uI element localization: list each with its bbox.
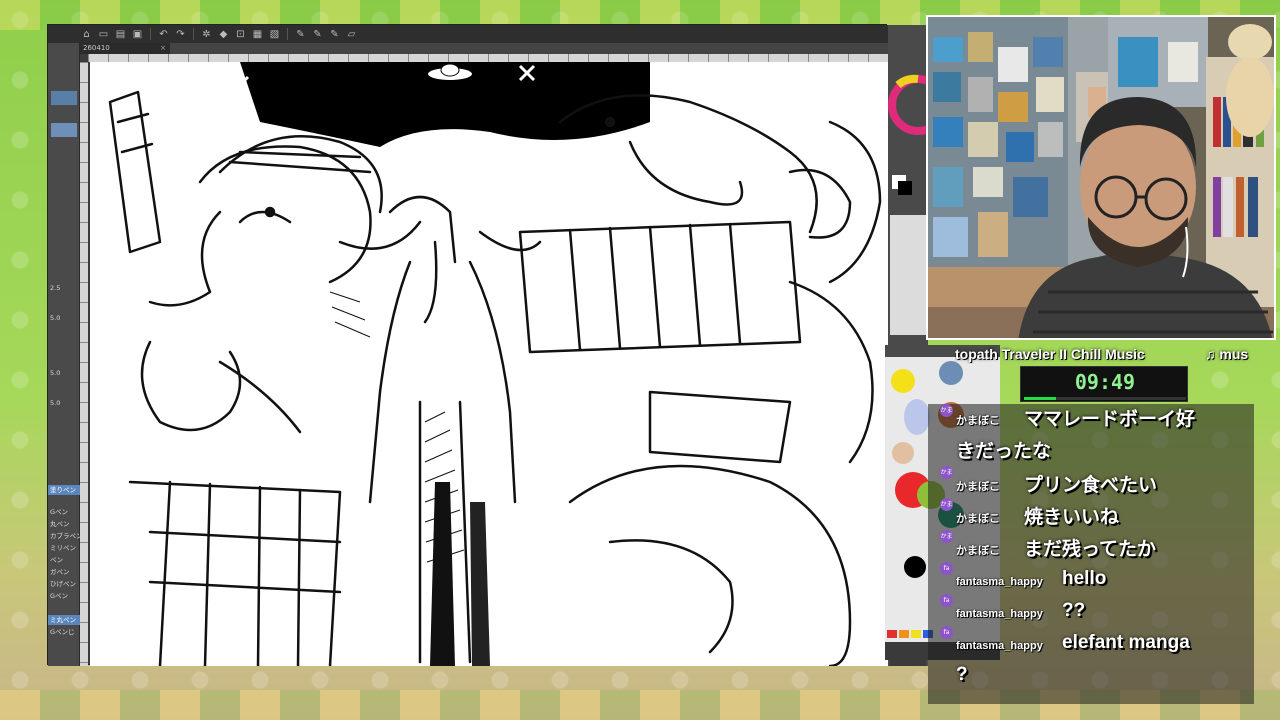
home-icon[interactable]: ⌂ bbox=[80, 28, 93, 41]
chat-panel: かま かまぼこ ママレードボーイ好 きだったな かま かまぼこ プリン食べたい … bbox=[928, 404, 1254, 704]
sketch-artwork bbox=[108, 62, 882, 666]
chat-text: ママレードボーイ好 bbox=[1024, 409, 1196, 430]
user-badge: かま bbox=[940, 530, 953, 543]
chat-text: まだ残ってたか bbox=[1024, 539, 1157, 560]
toolbar-divider bbox=[150, 28, 151, 40]
brush-item[interactable]: カブラペン bbox=[48, 531, 80, 541]
timer-progress-fill bbox=[1024, 397, 1057, 400]
document-tabbar: 260410 × bbox=[80, 43, 888, 54]
pen-icon[interactable]: ✎ bbox=[311, 28, 324, 41]
ruler-horizontal bbox=[88, 54, 888, 62]
open-icon[interactable]: ▤ bbox=[114, 28, 127, 41]
brush-item[interactable]: 塗りペン bbox=[48, 485, 80, 495]
brush-item[interactable]: ペン bbox=[48, 555, 80, 565]
chat-text: ? bbox=[956, 664, 968, 685]
user-badge: かま bbox=[940, 404, 953, 417]
document-tab-label: 260410 bbox=[83, 44, 110, 52]
chat-text: プリン食べたい bbox=[1024, 475, 1158, 496]
chat-username: fantasma_happy bbox=[956, 576, 1043, 588]
brush-size-value[interactable]: 5.0 bbox=[48, 368, 80, 378]
chat-username: fantasma_happy bbox=[956, 608, 1043, 620]
document-tab[interactable]: 260410 × bbox=[80, 43, 170, 54]
fill-icon[interactable]: ◆ bbox=[217, 28, 230, 41]
webcam-image bbox=[928, 17, 1274, 338]
new-file-icon[interactable]: ▭ bbox=[97, 28, 110, 41]
brush-size-value[interactable]: 5.0 bbox=[48, 398, 80, 408]
webcam-feed bbox=[926, 15, 1276, 340]
user-badge: かま bbox=[940, 498, 953, 511]
close-icon[interactable]: × bbox=[160, 43, 166, 54]
transform-icon[interactable]: ⊡ bbox=[234, 28, 247, 41]
pen-icon[interactable]: ✎ bbox=[294, 28, 307, 41]
user-badge: fa bbox=[940, 562, 953, 575]
drawing-app-window: ⌂ ▭ ▤ ▣ ↶ ↷ ✲ ◆ ⊡ ▦ ▧ ✎ ✎ ✎ ▱ 260410 × 2… bbox=[47, 24, 948, 667]
brush-item[interactable]: ガペン bbox=[48, 567, 80, 577]
chat-username: かまぼこ bbox=[956, 513, 1000, 525]
brush-item[interactable]: Gペンじ bbox=[48, 627, 80, 637]
save-icon[interactable]: ▣ bbox=[131, 28, 144, 41]
grid-icon[interactable]: ▦ bbox=[251, 28, 264, 41]
timer-display: 09:49 bbox=[1074, 370, 1136, 394]
brush-item[interactable]: ミ丸ペン bbox=[48, 615, 80, 625]
timer-widget: 09:49 bbox=[1020, 366, 1188, 402]
now-playing-title: topath Traveler II Chill Music bbox=[955, 346, 1145, 362]
undo-icon[interactable]: ↶ bbox=[157, 28, 170, 41]
chat-username: かまぼこ bbox=[956, 415, 1000, 427]
brush-item[interactable]: ミリペン bbox=[48, 543, 80, 553]
chat-username: かまぼこ bbox=[956, 481, 1000, 493]
now-playing-bar: topath Traveler II Chill Music ♫ mus bbox=[955, 344, 1255, 364]
tool-swatch[interactable] bbox=[51, 91, 77, 105]
eraser-icon[interactable]: ▱ bbox=[345, 28, 358, 41]
chat-text: ?? bbox=[1062, 600, 1086, 621]
brush-size-value[interactable]: 5.0 bbox=[48, 313, 80, 323]
brush-item[interactable]: Gペン bbox=[48, 507, 80, 517]
user-badge: fa bbox=[940, 594, 953, 607]
drawing-canvas[interactable] bbox=[90, 62, 888, 666]
brush-item[interactable]: ひげペン bbox=[48, 579, 80, 589]
user-badge: fa bbox=[940, 626, 953, 639]
toolbar-divider bbox=[287, 28, 288, 40]
brush-item[interactable]: Gペン bbox=[48, 591, 80, 601]
chat-text: elefant manga bbox=[1062, 632, 1190, 653]
ruler-vertical bbox=[80, 62, 88, 666]
pen-icon[interactable]: ✎ bbox=[328, 28, 341, 41]
chat-text: 焼きいいね bbox=[1024, 507, 1120, 528]
now-playing-label: ♫ mus bbox=[1205, 346, 1249, 362]
chat-text: hello bbox=[1062, 568, 1107, 589]
tool-swatch[interactable] bbox=[51, 123, 77, 137]
chat-username: かまぼこ bbox=[956, 545, 1000, 557]
tool-panel: 2.5 5.0 5.0 5.0 塗りペン Gペン 丸ペン カブラペン ミリペン … bbox=[48, 43, 80, 666]
chat-username: fantasma_happy bbox=[956, 640, 1043, 652]
redo-icon[interactable]: ↷ bbox=[174, 28, 187, 41]
toolbar: ⌂ ▭ ▤ ▣ ↶ ↷ ✲ ◆ ⊡ ▦ ▧ ✎ ✎ ✎ ▱ bbox=[48, 25, 888, 43]
timer-progress-track bbox=[1024, 397, 1186, 400]
brush-item[interactable]: 丸ペン bbox=[48, 519, 80, 529]
chat-text: きだったな bbox=[956, 441, 1052, 462]
user-badge: かま bbox=[940, 466, 953, 479]
toolbar-divider bbox=[193, 28, 194, 40]
brush-size-value[interactable]: 2.5 bbox=[48, 283, 80, 293]
layer-icon[interactable]: ▧ bbox=[268, 28, 281, 41]
settings-icon[interactable]: ✲ bbox=[200, 28, 213, 41]
